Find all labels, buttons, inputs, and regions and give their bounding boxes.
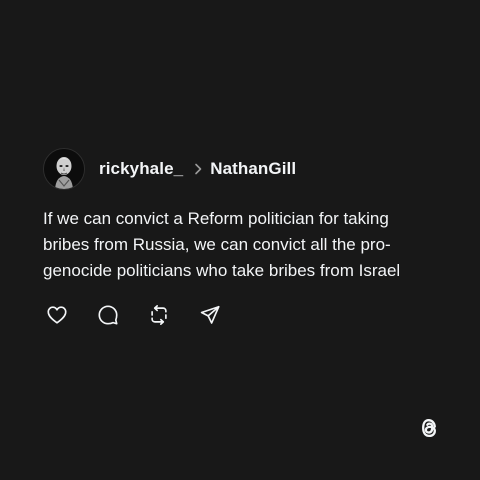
threads-logo-icon — [415, 414, 443, 442]
reply-button[interactable] — [96, 303, 120, 327]
post-text-line: genocide politicians who take bribes fro… — [43, 261, 401, 280]
post-names: rickyhale_ NathanGill — [99, 159, 296, 179]
chevron-right-icon — [193, 163, 203, 175]
post-actions — [45, 303, 443, 327]
post-header: rickyhale_ NathanGill — [43, 147, 443, 191]
avatar-portrait-icon — [44, 149, 84, 189]
like-button[interactable] — [45, 303, 69, 327]
heart-icon — [47, 306, 67, 324]
threads-post: rickyhale_ NathanGill If we can convict … — [43, 147, 443, 327]
reply-to-username[interactable]: NathanGill — [210, 159, 296, 179]
author-username[interactable]: rickyhale_ — [99, 159, 183, 179]
repost-button[interactable] — [147, 303, 171, 327]
repost-icon — [151, 305, 167, 325]
post-content: If we can convict a Reform politician fo… — [43, 206, 415, 284]
comment-icon — [98, 305, 118, 325]
share-button[interactable] — [198, 303, 222, 327]
avatar[interactable] — [43, 148, 85, 190]
post-text-line: bribes from Russia, we can convict all t… — [43, 235, 391, 254]
post-text-line: If we can convict a Reform politician fo… — [43, 209, 389, 228]
send-icon — [200, 305, 220, 324]
